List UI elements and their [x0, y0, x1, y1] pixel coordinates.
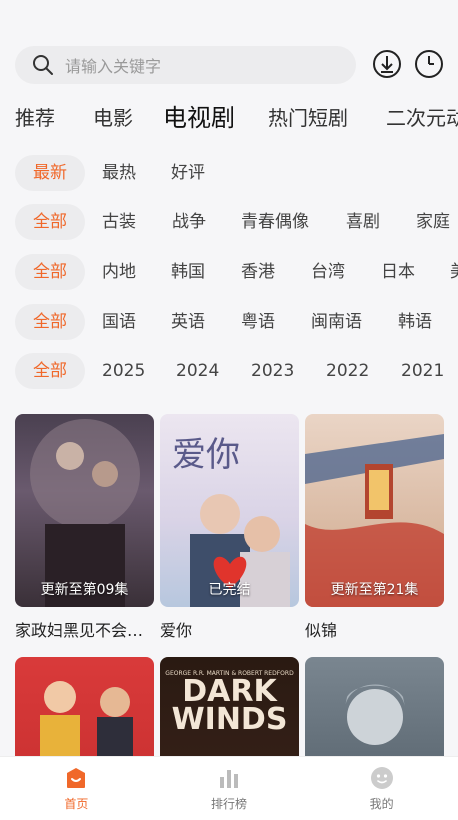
chart-icon	[219, 770, 238, 788]
filter-lang-hokkien[interactable]: 闽南语	[311, 304, 362, 340]
filter-lang-cantonese[interactable]: 粤语	[241, 304, 275, 340]
show-title: 爱你	[160, 621, 193, 640]
poster-title-text-2: WINDS	[172, 702, 288, 737]
filter-lang-all[interactable]: 全部	[15, 304, 85, 340]
show-card[interactable]: 爱你 已完结 爱你	[160, 414, 299, 641]
tab-anime[interactable]: 二次元动	[386, 98, 458, 138]
search-input[interactable]: 请输入关键字	[15, 46, 356, 84]
poster-title-text: 爱你	[172, 435, 240, 475]
filter-sort-latest[interactable]: 最新	[15, 155, 85, 191]
region-filter-row: 全部 内地 韩国 香港 台湾 日本 美	[0, 254, 458, 290]
tab-recommend[interactable]: 推荐	[15, 98, 55, 138]
episode-badge: 更新至第09集	[40, 582, 129, 598]
filter-region-japan[interactable]: 日本	[381, 254, 415, 290]
filter-region-mainland[interactable]: 内地	[102, 254, 136, 290]
filter-lang-korean[interactable]: 韩语	[398, 304, 432, 340]
nav-profile[interactable]: 我的	[322, 765, 442, 812]
genre-filter-row: 全部 古装 战争 青春偶像 喜剧 家庭	[0, 204, 458, 240]
filter-year-all[interactable]: 全部	[15, 353, 85, 389]
tab-short-drama[interactable]: 热门短剧	[268, 98, 348, 138]
show-card[interactable]: 更新至第21集 似锦	[305, 414, 444, 641]
filter-region-hongkong[interactable]: 香港	[241, 254, 275, 290]
filter-region-all[interactable]: 全部	[15, 254, 85, 290]
filter-year-2023[interactable]: 2023	[251, 353, 294, 389]
nav-home[interactable]: 首页	[16, 765, 136, 812]
sort-filter-row: 最新 最热 好评	[0, 155, 458, 191]
poster-image: 更新至第21集	[305, 414, 444, 607]
search-icon	[33, 55, 53, 75]
home-icon	[67, 768, 86, 788]
episode-badge: 更新至第21集	[330, 582, 419, 598]
filter-genre-all[interactable]: 全部	[15, 204, 85, 240]
filter-genre-youth[interactable]: 青春偶像	[241, 204, 309, 240]
filter-sort-rating[interactable]: 好评	[171, 155, 205, 191]
filter-genre-costume[interactable]: 古装	[102, 204, 136, 240]
filter-region-korea[interactable]: 韩国	[171, 254, 205, 290]
filter-lang-mandarin[interactable]: 国语	[102, 304, 136, 340]
category-tabs: 推荐 电影 电视剧 热门短剧 二次元动	[15, 98, 458, 138]
tab-tv-series[interactable]: 电视剧	[163, 98, 235, 138]
search-row: 请输入关键字	[15, 46, 443, 84]
filter-region-taiwan[interactable]: 台湾	[311, 254, 345, 290]
filter-year-2021[interactable]: 2021	[401, 353, 444, 389]
filter-region-usa[interactable]: 美	[450, 254, 458, 290]
search-placeholder: 请输入关键字	[65, 57, 162, 76]
filter-year-2022[interactable]: 2022	[326, 353, 369, 389]
show-title: 似锦	[305, 621, 338, 640]
show-title: 家政妇黑见不会…	[15, 621, 144, 640]
nav-home-label: 首页	[64, 797, 89, 811]
filter-genre-war[interactable]: 战争	[172, 204, 206, 240]
language-filter-row: 全部 国语 英语 粤语 闽南语 韩语	[0, 304, 458, 340]
tab-movie[interactable]: 电影	[93, 98, 133, 138]
year-filter-row: 全部 2025 2024 2023 2022 2021	[0, 353, 458, 389]
bottom-navigation: 首页 排行榜 我的	[0, 756, 458, 820]
show-card[interactable]: 更新至第09集 家政妇黑见不会…	[15, 414, 154, 641]
poster-image: 爱你 已完结	[160, 414, 299, 607]
filter-year-2024[interactable]: 2024	[176, 353, 219, 389]
filter-year-2025[interactable]: 2025	[102, 353, 145, 389]
download-icon[interactable]	[372, 49, 402, 79]
status-badge: 已完结	[208, 582, 251, 598]
nav-profile-label: 我的	[369, 797, 394, 811]
filter-sort-hot[interactable]: 最热	[102, 155, 136, 191]
face-icon	[370, 767, 393, 789]
nav-ranking[interactable]: 排行榜	[169, 765, 289, 812]
filter-genre-family[interactable]: 家庭	[416, 204, 450, 240]
filter-genre-comedy[interactable]: 喜剧	[346, 204, 380, 240]
nav-ranking-label: 排行榜	[210, 797, 247, 811]
filter-lang-english[interactable]: 英语	[171, 304, 205, 340]
history-clock-icon[interactable]	[414, 49, 444, 79]
poster-image: 更新至第09集	[15, 414, 154, 607]
